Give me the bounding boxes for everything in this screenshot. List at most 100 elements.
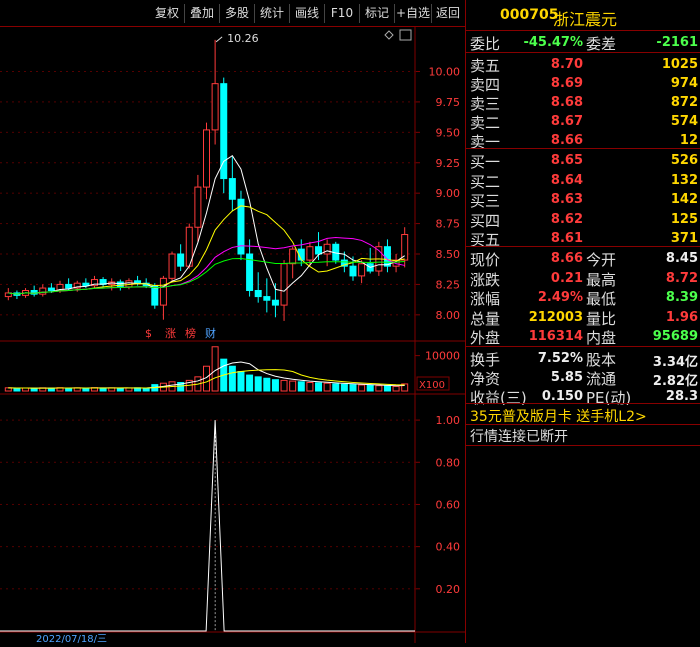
candle-body [358, 263, 366, 277]
y-tick-label: 9.25 [436, 157, 461, 170]
volume-bar [375, 385, 383, 392]
candle-body [47, 287, 55, 292]
buy-row: 买一 8.65 526 [466, 150, 700, 171]
volume-bar [340, 383, 348, 392]
finance-value: 0.150 [541, 389, 583, 404]
candle-body [65, 283, 73, 289]
volume-bar [271, 379, 279, 392]
quote-value: 2.49% [537, 290, 583, 305]
event-marker: 榜 [185, 326, 196, 340]
overlay-button[interactable]: 叠加 [185, 4, 220, 23]
y-tick-label: 1.00 [436, 414, 461, 427]
candle-body [383, 246, 391, 267]
sell-price: 8.70 [550, 57, 583, 72]
volume-bar [13, 387, 21, 392]
volume-bar [306, 382, 314, 392]
candle-body [228, 178, 236, 200]
buy-row: 买二 8.64 132 [466, 170, 700, 191]
quote-row: 外盘 116314 内盘 95689 [466, 326, 700, 347]
indicator-line [0, 420, 415, 632]
y-tick-label: 0.60 [436, 498, 461, 511]
stock-chart[interactable]: 10.00 9.75 9.50 9.25 9.00 8.75 8.50 8.25 8.00 10.… [0, 27, 465, 645]
back-button[interactable]: 返回 [432, 4, 464, 23]
sell-price: 8.66 [550, 133, 583, 148]
quote-value: 8.66 [550, 251, 583, 266]
volume-bar [228, 365, 236, 392]
candle-body [211, 83, 219, 131]
candle-body [263, 296, 271, 301]
finance-row: 净资 5.85 流通 2.82亿 [466, 367, 700, 389]
quote-value: 0.21 [550, 270, 583, 286]
volume-bar [246, 374, 254, 392]
buy-volume: 132 [670, 172, 698, 188]
volume-bar [254, 376, 262, 392]
event-marker: 财 [205, 326, 216, 340]
stock-header: 000705 浙江震元 [466, 0, 700, 30]
volume-bar [315, 382, 323, 392]
chart-area[interactable]: 10.00 9.75 9.50 9.25 9.00 8.75 8.50 8.25 8.00 10.… [0, 27, 465, 645]
add-watchlist-button[interactable]: +自选 [395, 4, 432, 23]
f10-button[interactable]: F10 [325, 4, 360, 23]
indicator-panel: 1.00 0.80 0.60 0.40 0.20 2022/07/18/三 [0, 414, 461, 645]
sell-price: 8.69 [550, 76, 583, 91]
candle-body [116, 281, 124, 288]
promo-link[interactable]: 35元普及版月卡 送手机L2> [470, 406, 647, 426]
mark-button[interactable]: 标记 [360, 4, 395, 23]
quote-value: 1.96 [665, 309, 698, 325]
diamond-icon [384, 30, 394, 40]
candle-body [349, 265, 357, 277]
chart-toolbar: 复权 叠加 多股 统计 画线 F10 标记 +自选 返回 [0, 0, 465, 27]
buy-price: 8.62 [550, 211, 583, 227]
finance-label: PE(动) [586, 389, 632, 407]
quote-row: 涨幅 2.49% 最低 8.39 [466, 287, 700, 308]
candle-body [280, 263, 288, 306]
y-tick-label: 8.50 [436, 248, 461, 261]
y-tick-label: 0.40 [436, 541, 461, 554]
quote-row: 总量 212003 量比 1.96 [466, 307, 700, 328]
sell-price: 8.68 [550, 95, 583, 110]
statistics-button[interactable]: 统计 [255, 4, 290, 23]
sell-row: 卖二 8.67 574 [466, 111, 700, 132]
buy-row: 买五 8.61 371 [466, 228, 700, 249]
candle-body [323, 243, 331, 255]
quote-value: 8.45 [665, 251, 698, 266]
y-tick-label: 0.80 [436, 456, 461, 469]
quote-label: 外盘 [470, 329, 501, 347]
fuquan-button[interactable]: 复权 [150, 4, 185, 23]
y-tick-label: 9.00 [436, 187, 461, 200]
volume-bar [383, 385, 391, 392]
buy-price: 8.63 [550, 192, 583, 207]
window-icon [399, 29, 412, 41]
y-tick-label: 8.25 [436, 278, 461, 291]
candle-body [289, 248, 297, 265]
weicha-label: 委差 [586, 35, 617, 53]
volume-bar [366, 384, 374, 392]
buy-volume: 371 [670, 231, 698, 246]
y-tick-label: 8.00 [436, 309, 461, 322]
volume-bar [116, 387, 124, 392]
volume-bar [142, 387, 150, 392]
candle-body [203, 129, 210, 188]
kline-panel: 10.00 9.75 9.50 9.25 9.00 8.75 8.50 8.25 8.00 10.… [0, 32, 460, 340]
quote-label: 内盘 [586, 329, 617, 347]
volume-bar [392, 385, 400, 392]
finance-value: 7.52% [537, 351, 583, 366]
connection-status: 行情连接已断开 [470, 429, 568, 445]
sell-volume: 1025 [661, 57, 698, 72]
buy-row: 买三 8.63 142 [466, 189, 700, 210]
quote-row: 涨跌 0.21 最高 8.72 [466, 268, 700, 289]
buy-volume: 142 [670, 192, 698, 207]
sell-row: 卖四 8.69 974 [466, 73, 700, 94]
volume-bar [237, 371, 245, 392]
draw-line-button[interactable]: 画线 [290, 4, 325, 23]
finance-label: 收益(三) [470, 389, 527, 407]
y-tick-label: 0.20 [436, 583, 461, 596]
multi-stock-button[interactable]: 多股 [220, 4, 255, 23]
peak-annotation: 10.26 [227, 32, 258, 45]
candle-body [159, 277, 167, 306]
candle-body [177, 253, 185, 267]
sell-row: 卖一 8.66 12 [466, 130, 700, 151]
weibi-value: -45.47% [523, 35, 583, 50]
sell-volume: 12 [679, 133, 698, 148]
event-marker: 涨 [165, 327, 176, 340]
